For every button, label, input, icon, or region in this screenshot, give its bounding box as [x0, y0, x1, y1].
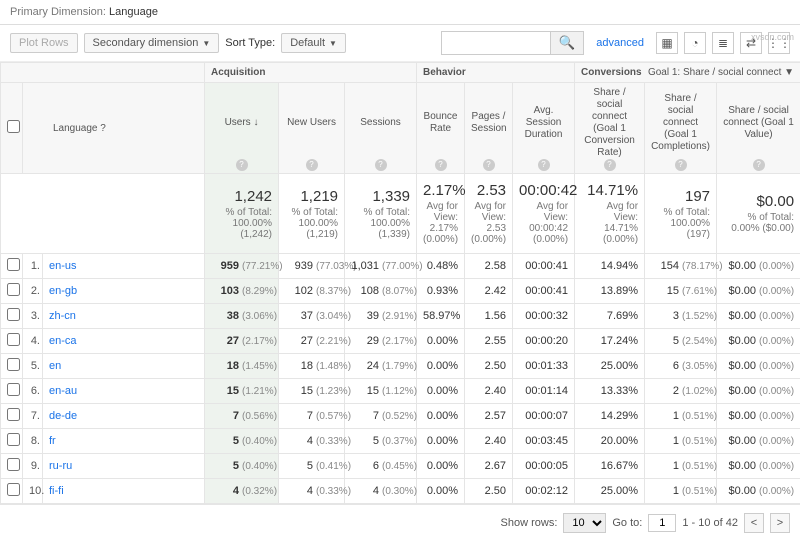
row-index: 8.	[23, 429, 43, 454]
row-checkbox[interactable]	[7, 383, 20, 396]
page-range: 1 - 10 of 42	[682, 517, 738, 529]
goto-label: Go to:	[612, 517, 642, 529]
col-duration[interactable]: Avg. Session Duration?	[513, 83, 575, 174]
row-checkbox[interactable]	[7, 283, 20, 296]
language-link[interactable]: en-ca	[49, 335, 77, 347]
help-icon[interactable]: ?	[306, 159, 318, 171]
table-row: 7.de-de7(0.56%)7(0.57%)7(0.52%)0.00%2.57…	[1, 404, 800, 429]
col-sessions[interactable]: Sessions?	[345, 83, 417, 174]
view-performance-icon[interactable]: ≣	[712, 32, 734, 54]
help-icon[interactable]: ?	[435, 159, 447, 171]
primary-dimension-label: Primary Dimension:	[10, 6, 106, 18]
primary-dimension-value[interactable]: Language	[109, 6, 158, 18]
row-index: 10.	[23, 479, 43, 504]
search-button[interactable]: 🔍	[551, 31, 585, 55]
row-index: 4.	[23, 329, 43, 354]
col-new-users[interactable]: New Users?	[279, 83, 345, 174]
next-page-button[interactable]: >	[770, 513, 790, 533]
row-index: 1.	[23, 254, 43, 279]
row-index: 7.	[23, 404, 43, 429]
help-icon[interactable]: ?	[753, 159, 765, 171]
language-link[interactable]: zh-cn	[49, 310, 76, 322]
col-bounce[interactable]: Bounce Rate?	[417, 83, 465, 174]
watermark: xvsdn.com	[751, 32, 794, 42]
col-users[interactable]: Users ↓?	[205, 83, 279, 174]
row-checkbox[interactable]	[7, 308, 20, 321]
help-icon[interactable]: ?	[538, 159, 550, 171]
chevron-right-icon: >	[777, 517, 783, 529]
group-behavior: Behavior	[417, 63, 575, 83]
row-checkbox[interactable]	[7, 408, 20, 421]
table-row: 9.ru-ru5(0.40%)5(0.41%)6(0.45%)0.00%2.67…	[1, 454, 800, 479]
row-index: 5.	[23, 354, 43, 379]
row-index: 2.	[23, 279, 43, 304]
col-conv-rate[interactable]: Share / social connect (Goal 1 Conversio…	[575, 83, 645, 174]
prev-page-button[interactable]: <	[744, 513, 764, 533]
sort-type-label: Sort Type:	[225, 37, 275, 49]
group-acquisition: Acquisition	[205, 63, 417, 83]
search-box: 🔍	[441, 31, 585, 55]
help-icon[interactable]: ?	[483, 159, 495, 171]
row-checkbox[interactable]	[7, 433, 20, 446]
view-table-icon[interactable]: ▦	[656, 32, 678, 54]
table-row: 6.en-au15(1.21%)15(1.23%)15(1.12%)0.00%2…	[1, 379, 800, 404]
caret-down-icon: ▼	[202, 39, 210, 48]
language-link[interactable]: en-gb	[49, 285, 77, 297]
table-row: 1.en-us959(77.21%)939(77.03%)1,031(77.00…	[1, 254, 800, 279]
sort-type-dropdown[interactable]: Default▼	[281, 33, 346, 53]
chevron-left-icon: <	[751, 517, 757, 529]
select-all-checkbox[interactable]	[7, 120, 20, 133]
language-link[interactable]: ru-ru	[49, 460, 72, 472]
table-row: 5.en18(1.45%)18(1.48%)24(1.79%)0.00%2.50…	[1, 354, 800, 379]
table-row: 2.en-gb103(8.29%)102(8.37%)108(8.07%)0.9…	[1, 279, 800, 304]
col-language[interactable]: Language ?	[23, 83, 205, 174]
help-icon[interactable]: ?	[675, 159, 687, 171]
row-index: 9.	[23, 454, 43, 479]
language-link[interactable]: en	[49, 360, 61, 372]
row-index: 3.	[23, 304, 43, 329]
rows-per-page-select[interactable]: 10	[563, 513, 606, 533]
row-checkbox[interactable]	[7, 258, 20, 271]
show-rows-label: Show rows:	[501, 517, 558, 529]
table-row: 4.en-ca27(2.17%)27(2.21%)29(2.17%)0.00%2…	[1, 329, 800, 354]
search-icon: 🔍	[559, 35, 576, 50]
caret-down-icon: ▼	[784, 67, 794, 78]
view-percent-icon[interactable]: ◔	[684, 32, 706, 54]
conversion-goal-dropdown[interactable]: Goal 1: Share / social connect ▼	[648, 67, 794, 78]
search-input[interactable]	[441, 31, 551, 55]
pager: Show rows: 10 Go to: 1 - 10 of 42 < >	[0, 504, 800, 541]
goto-input[interactable]	[648, 514, 676, 532]
totals-row: 1,242% of Total: 100.00% (1,242) 1,219% …	[1, 174, 800, 254]
group-conversions: Conversions Goal 1: Share / social conne…	[575, 63, 800, 83]
help-icon[interactable]: ?	[236, 159, 248, 171]
sort-desc-icon: ↓	[253, 117, 258, 128]
language-link[interactable]: en-us	[49, 260, 77, 272]
table-row: 3.zh-cn38(3.06%)37(3.04%)39(2.91%)58.97%…	[1, 304, 800, 329]
primary-dimension-bar: Primary Dimension: Language	[0, 0, 800, 25]
row-checkbox[interactable]	[7, 458, 20, 471]
help-icon[interactable]: ?	[100, 123, 106, 134]
caret-down-icon: ▼	[329, 39, 337, 48]
language-link[interactable]: de-de	[49, 410, 77, 422]
toolbar: Plot Rows Secondary dimension▼ Sort Type…	[0, 25, 800, 62]
language-link[interactable]: en-au	[49, 385, 77, 397]
row-checkbox[interactable]	[7, 358, 20, 371]
row-checkbox[interactable]	[7, 483, 20, 496]
secondary-dimension-dropdown[interactable]: Secondary dimension▼	[84, 33, 220, 53]
plot-rows-button[interactable]: Plot Rows	[10, 33, 78, 53]
advanced-link[interactable]: advanced	[596, 37, 644, 49]
row-checkbox[interactable]	[7, 333, 20, 346]
language-link[interactable]: fr	[49, 435, 56, 447]
col-value[interactable]: Share / social connect (Goal 1 Value)?	[717, 83, 800, 174]
help-icon[interactable]: ?	[375, 159, 387, 171]
data-table: Acquisition Behavior Conversions Goal 1:…	[0, 62, 800, 504]
table-row: 8.fr5(0.40%)4(0.33%)5(0.37%)0.00%2.4000:…	[1, 429, 800, 454]
language-link[interactable]: fi-fi	[49, 485, 64, 497]
col-completions[interactable]: Share / social connect (Goal 1 Completio…	[645, 83, 717, 174]
row-index: 6.	[23, 379, 43, 404]
col-pps[interactable]: Pages / Session?	[465, 83, 513, 174]
help-icon[interactable]: ?	[604, 159, 616, 171]
table-row: 10.fi-fi4(0.32%)4(0.33%)4(0.30%)0.00%2.5…	[1, 479, 800, 504]
